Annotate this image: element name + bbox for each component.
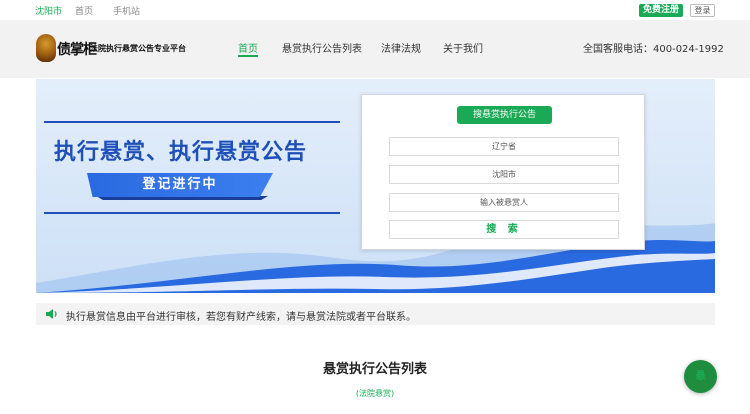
speaker-icon xyxy=(46,309,57,319)
city-select[interactable]: 沈阳市 xyxy=(389,165,619,184)
headline-bottom-rule xyxy=(44,212,340,214)
carousel-dot[interactable] xyxy=(367,290,371,293)
banner-ribbon-text: 登记进行中 xyxy=(142,177,218,192)
header: 债掌柜 法院执行悬赏公告专业平台 首页 悬赏执行公告列表 法律法规 关于我们 全… xyxy=(0,20,750,78)
nav-home[interactable]: 首页 xyxy=(238,40,258,55)
nav-announcement-list[interactable]: 悬赏执行公告列表 xyxy=(282,40,362,55)
notice-text: 执行悬赏信息由平台进行审核，若您有财产线索，请与悬赏法院或者平台联系。 xyxy=(66,312,416,323)
login-button[interactable]: 登录 xyxy=(690,4,715,17)
logo-icon xyxy=(36,34,56,62)
mobile-site-link[interactable]: 手机站 xyxy=(113,4,140,17)
banner-ribbon: 登记进行中 xyxy=(87,173,273,197)
name-input[interactable]: 输入被悬赏人 xyxy=(389,193,619,212)
register-button[interactable]: 免费注册 xyxy=(639,4,683,17)
hotline: 全国客服电话：400-024-1992 xyxy=(583,44,724,55)
nav-laws[interactable]: 法律法规 xyxy=(381,40,421,55)
search-card-title[interactable]: 搜悬赏执行公告 xyxy=(457,106,552,124)
home-link[interactable]: 首页 xyxy=(75,4,93,17)
notice-bar: 执行悬赏信息由平台进行审核，若您有财产线索，请与悬赏法院或者平台联系。 xyxy=(36,303,715,325)
search-button[interactable]: 搜 索 xyxy=(389,220,619,239)
headline-top-rule xyxy=(44,121,340,123)
banner-headline: 执行悬赏、执行悬赏公告 xyxy=(54,140,308,165)
logo-slogan: 法院执行悬赏公告专业平台 xyxy=(90,44,186,53)
carousel-dots xyxy=(367,279,385,293)
nav-about[interactable]: 关于我们 xyxy=(443,40,483,55)
current-city-link[interactable]: 沈阳市 xyxy=(35,4,62,17)
province-select[interactable]: 辽宁省 xyxy=(389,137,619,156)
carousel-dot[interactable] xyxy=(376,290,380,293)
section-title: 悬赏执行公告列表 xyxy=(322,362,427,377)
top-bar: 沈阳市 首页 手机站 免费注册 登录 xyxy=(0,0,750,20)
hero-banner: 执行悬赏、执行悬赏公告 登记进行中 搜悬赏执行公告 辽宁省 沈阳市 输入被悬赏人… xyxy=(36,79,715,293)
search-card: 搜悬赏执行公告 辽宁省 沈阳市 输入被悬赏人 搜 索 xyxy=(361,94,645,250)
floating-button[interactable]: 悬 xyxy=(684,360,717,393)
nav-active-indicator xyxy=(238,55,258,57)
section-subtitle[interactable]: (法院悬赏) xyxy=(0,388,750,399)
